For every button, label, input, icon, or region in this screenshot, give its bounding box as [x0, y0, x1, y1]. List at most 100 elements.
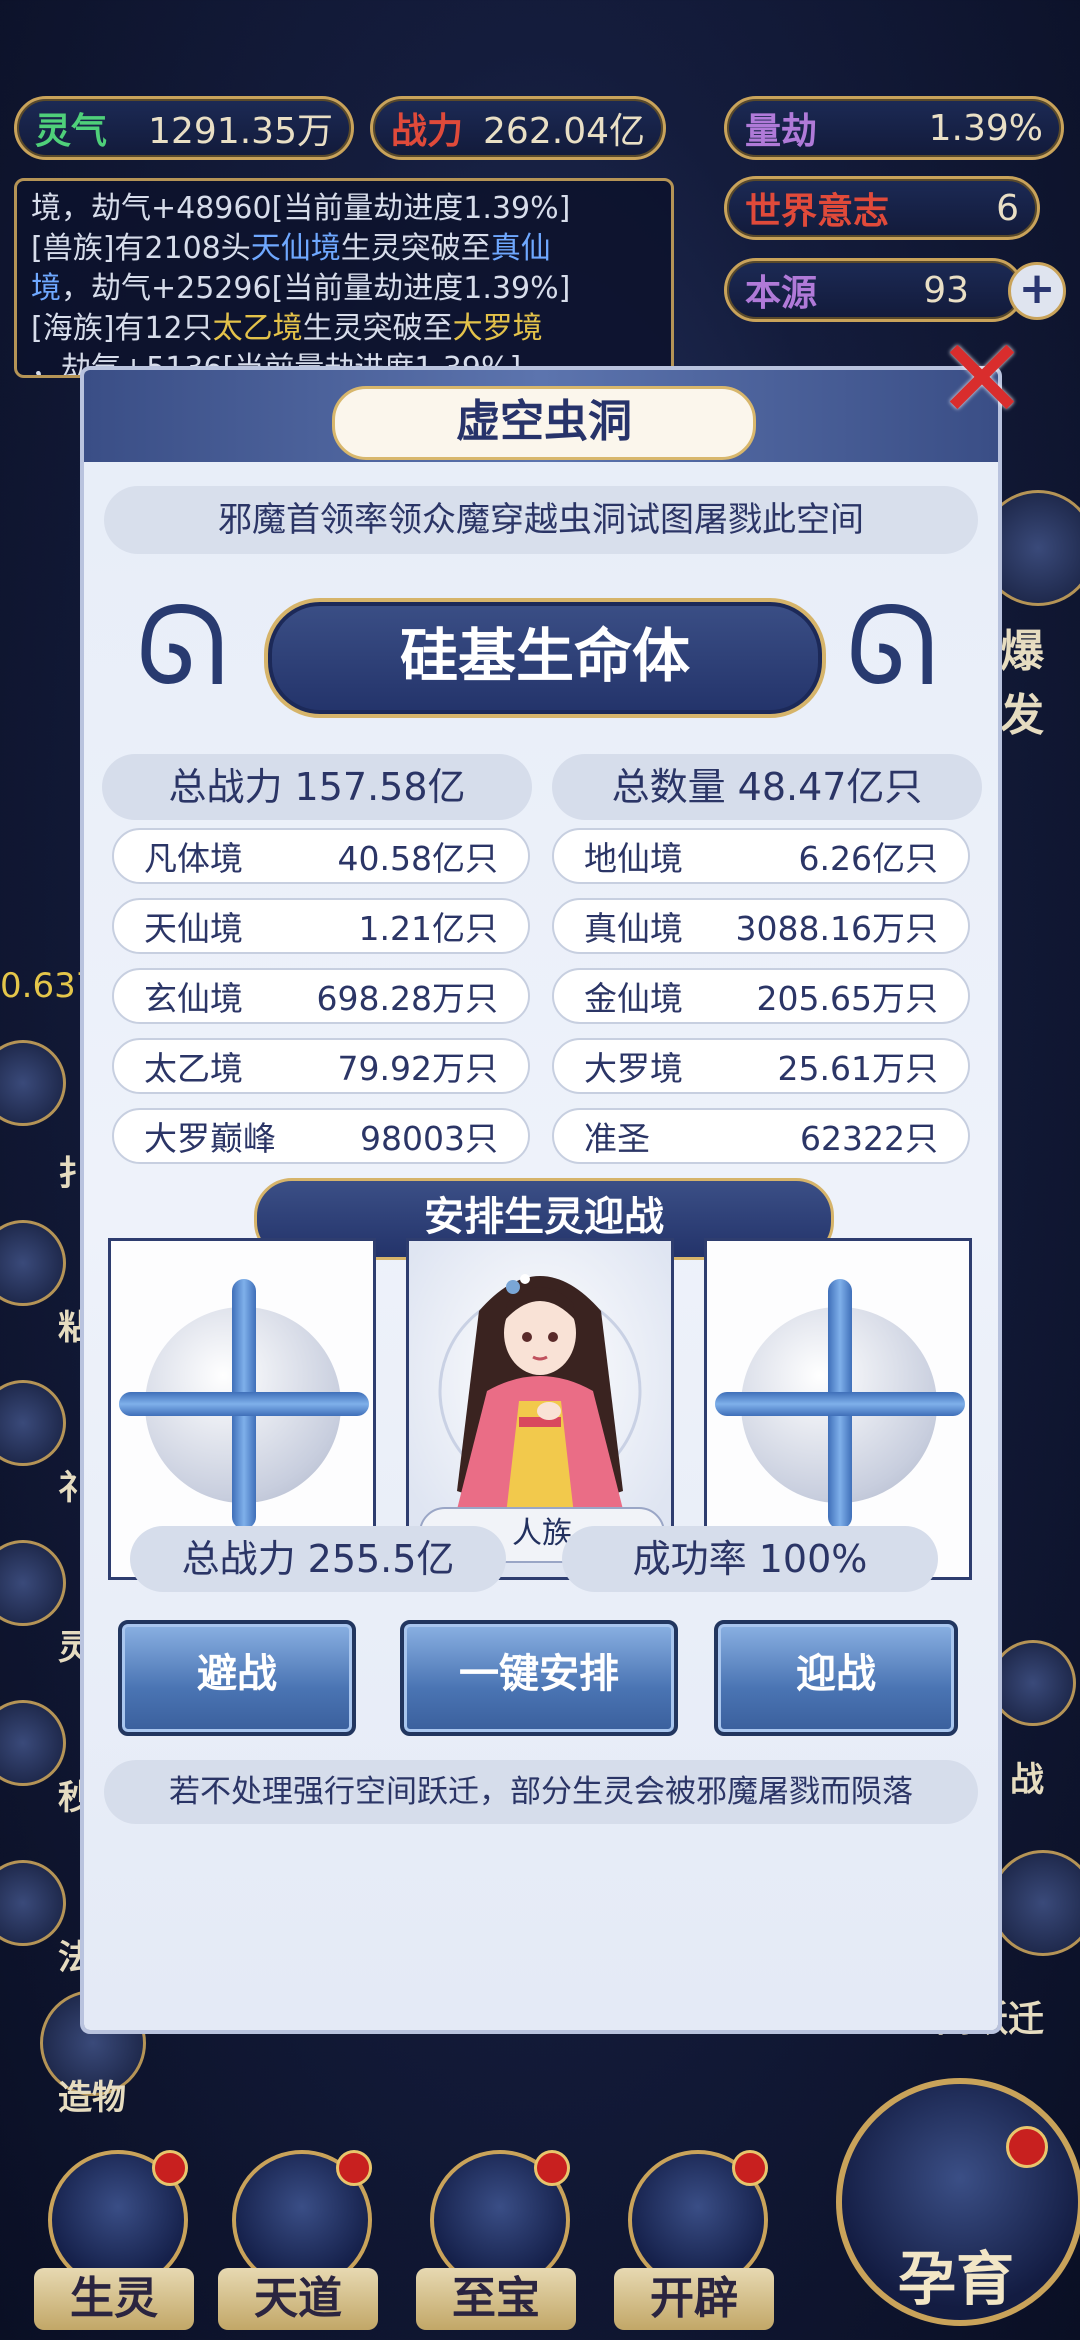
void-wormhole-dialog: 虚空虫洞 邪魔首领率领众魔穿越虫洞试图屠戮此空间 ᘏ ᘏ 硅基生命体 总战力 1… [84, 370, 998, 2030]
nav-zhibao[interactable]: 至宝 [416, 2150, 576, 2340]
side-button-4[interactable] [0, 1540, 66, 1626]
fight-button[interactable]: 迎战 [714, 1620, 958, 1736]
nav-yunyu[interactable]: 孕育 [836, 2078, 1080, 2340]
nav-kaipi[interactable]: 开辟 [614, 2150, 774, 2340]
benyuan-stat: 本源 93 [724, 258, 1024, 322]
shijie-stat: 世界意志 6 [724, 176, 1040, 240]
stat-zhunsheng-value: 62322只 [800, 1119, 938, 1158]
stat-dixian: 地仙境 6.26亿只 [552, 828, 970, 884]
log-line-2-part-a: [兽族]有2108头 [31, 231, 251, 266]
stat-xuanxian-name: 玄仙境 [144, 979, 243, 1018]
side-button-2[interactable] [0, 1220, 66, 1306]
log-line-4: [海族]有12只太乙境生灵突破至大罗境 [31, 309, 657, 349]
side-button-6[interactable] [0, 1860, 66, 1946]
log-line-1-text: 境，劫气+48960[当前量劫进度1.39%] [31, 191, 571, 226]
enemy-total-count: 总数量 48.47亿只 [552, 754, 982, 820]
log-line-2-part-b: 天仙境 [250, 231, 341, 266]
close-icon[interactable]: ✕ [934, 324, 1030, 434]
stat-dixian-value: 6.26亿只 [798, 839, 938, 878]
stat-taiyi-value: 79.92万只 [337, 1049, 498, 1088]
stat-fanti-value: 40.58亿只 [337, 839, 498, 878]
stat-jinxian-name: 金仙境 [584, 979, 683, 1018]
background-left-value: 0.637 [0, 966, 98, 1006]
stat-dixian-name: 地仙境 [584, 839, 683, 878]
nav-shengling[interactable]: 生灵 [34, 2150, 194, 2340]
stat-tianxian: 天仙境 1.21亿只 [112, 898, 530, 954]
lingqi-label: 灵气 [35, 111, 108, 152]
stat-daluo-peak-name: 大罗巅峰 [144, 1119, 276, 1158]
log-line-4-part-b: 太乙境 [212, 311, 303, 346]
zhanli-stat: 战力 262.04亿 [370, 96, 666, 160]
success-rate: 成功率 100% [562, 1526, 938, 1592]
stat-jinxian-value: 205.65万只 [756, 979, 938, 1018]
stat-zhunsheng: 准圣 62322只 [552, 1108, 970, 1164]
side-button-5[interactable] [0, 1700, 66, 1786]
right-button-2[interactable] [990, 1640, 1076, 1726]
right-label-1: 爆发 [1000, 626, 1044, 741]
stat-zhenxian-value: 3088.16万只 [735, 909, 938, 948]
right-flame-ornament-icon: ᘏ [846, 582, 938, 710]
log-line-3-part-a: 境 [31, 271, 61, 306]
stat-tianxian-value: 1.21亿只 [358, 909, 498, 948]
auto-arrange-button[interactable]: 一键安排 [400, 1620, 678, 1736]
avoid-battle-button[interactable]: 避战 [118, 1620, 356, 1736]
notification-dot [1006, 2126, 1048, 2168]
stat-fanti-name: 凡体境 [144, 839, 243, 878]
notification-dot [336, 2150, 372, 2186]
dialog-title: 虚空虫洞 [332, 386, 756, 460]
benyuan-value: 93 [923, 269, 969, 311]
stat-daluo-peak: 大罗巅峰 98003只 [112, 1108, 530, 1164]
liangjie-value: 1.39% [928, 107, 1043, 149]
nav-shengling-label: 生灵 [34, 2268, 194, 2330]
stat-daluo: 大罗境 25.61万只 [552, 1038, 970, 1094]
log-line-2-part-d: 真仙 [490, 231, 551, 266]
add-icon-bar [119, 1392, 369, 1416]
add-icon-bar [715, 1392, 965, 1416]
nav-yunyu-label: 孕育 [897, 2245, 1014, 2313]
zhanli-label: 战力 [391, 111, 464, 152]
shijie-value: 6 [996, 187, 1019, 229]
log-line-4-part-a: [海族]有12只 [31, 311, 213, 346]
enemy-total-power: 总战力 157.58亿 [102, 754, 532, 820]
stat-taiyi: 太乙境 79.92万只 [112, 1038, 530, 1094]
log-line-3-part-b: ，劫气+25296[当前量劫进度1.39%] [61, 271, 571, 306]
benyuan-add-button[interactable]: + [1008, 262, 1066, 320]
shijie-label: 世界意志 [745, 191, 890, 232]
side-button-1[interactable] [0, 1040, 66, 1126]
stat-zhunsheng-name: 准圣 [584, 1119, 650, 1158]
stat-xuanxian-value: 698.28万只 [316, 979, 498, 1018]
log-line-2: [兽族]有2108头天仙境生灵突破至真仙 [31, 229, 657, 269]
left-flame-ornament-icon: ᘏ [136, 582, 228, 710]
lingqi-stat: 灵气 1291.35万 [14, 96, 354, 160]
nav-tiandao[interactable]: 天道 [218, 2150, 378, 2340]
our-total-power: 总战力 255.5亿 [130, 1526, 506, 1592]
log-line-1: 境，劫气+48960[当前量劫进度1.39%] [31, 189, 657, 229]
benyuan-label: 本源 [745, 273, 818, 314]
zaowu-label: 造物 [58, 2078, 126, 2118]
stat-zhenxian: 真仙境 3088.16万只 [552, 898, 970, 954]
lingqi-value: 1291.35万 [148, 111, 333, 152]
right-label-2: 战 [1010, 1760, 1044, 1800]
log-line-3: 境，劫气+25296[当前量劫进度1.39%] [31, 269, 657, 309]
notification-dot [732, 2150, 768, 2186]
dialog-description: 邪魔首领率领众魔穿越虫洞试图屠戮此空间 [104, 486, 978, 554]
log-line-4-part-d: 大罗境 [452, 311, 543, 346]
zhanli-value: 262.04亿 [483, 111, 645, 152]
liangjie-stat: 量劫 1.39% [724, 96, 1064, 160]
right-button-3[interactable] [990, 1850, 1080, 1956]
notification-dot [534, 2150, 570, 2186]
log-line-4-part-c: 生灵突破至 [302, 311, 453, 346]
liangjie-label: 量劫 [745, 111, 818, 152]
nav-tiandao-label: 天道 [218, 2268, 378, 2330]
notification-dot [152, 2150, 188, 2186]
nav-kaipi-label: 开辟 [614, 2268, 774, 2330]
log-line-2-part-c: 生灵突破至 [340, 231, 491, 266]
stat-daluo-value: 25.61万只 [777, 1049, 938, 1088]
warning-note: 若不处理强行空间跃迁，部分生灵会被邪魔屠戮而陨落 [104, 1760, 978, 1824]
stat-fanti: 凡体境 40.58亿只 [112, 828, 530, 884]
stat-taiyi-name: 太乙境 [144, 1049, 243, 1088]
stat-daluo-name: 大罗境 [584, 1049, 683, 1088]
side-button-3[interactable] [0, 1380, 66, 1466]
event-log: 境，劫气+48960[当前量劫进度1.39%] [兽族]有2108头天仙境生灵突… [14, 178, 674, 378]
stat-xuanxian: 玄仙境 698.28万只 [112, 968, 530, 1024]
